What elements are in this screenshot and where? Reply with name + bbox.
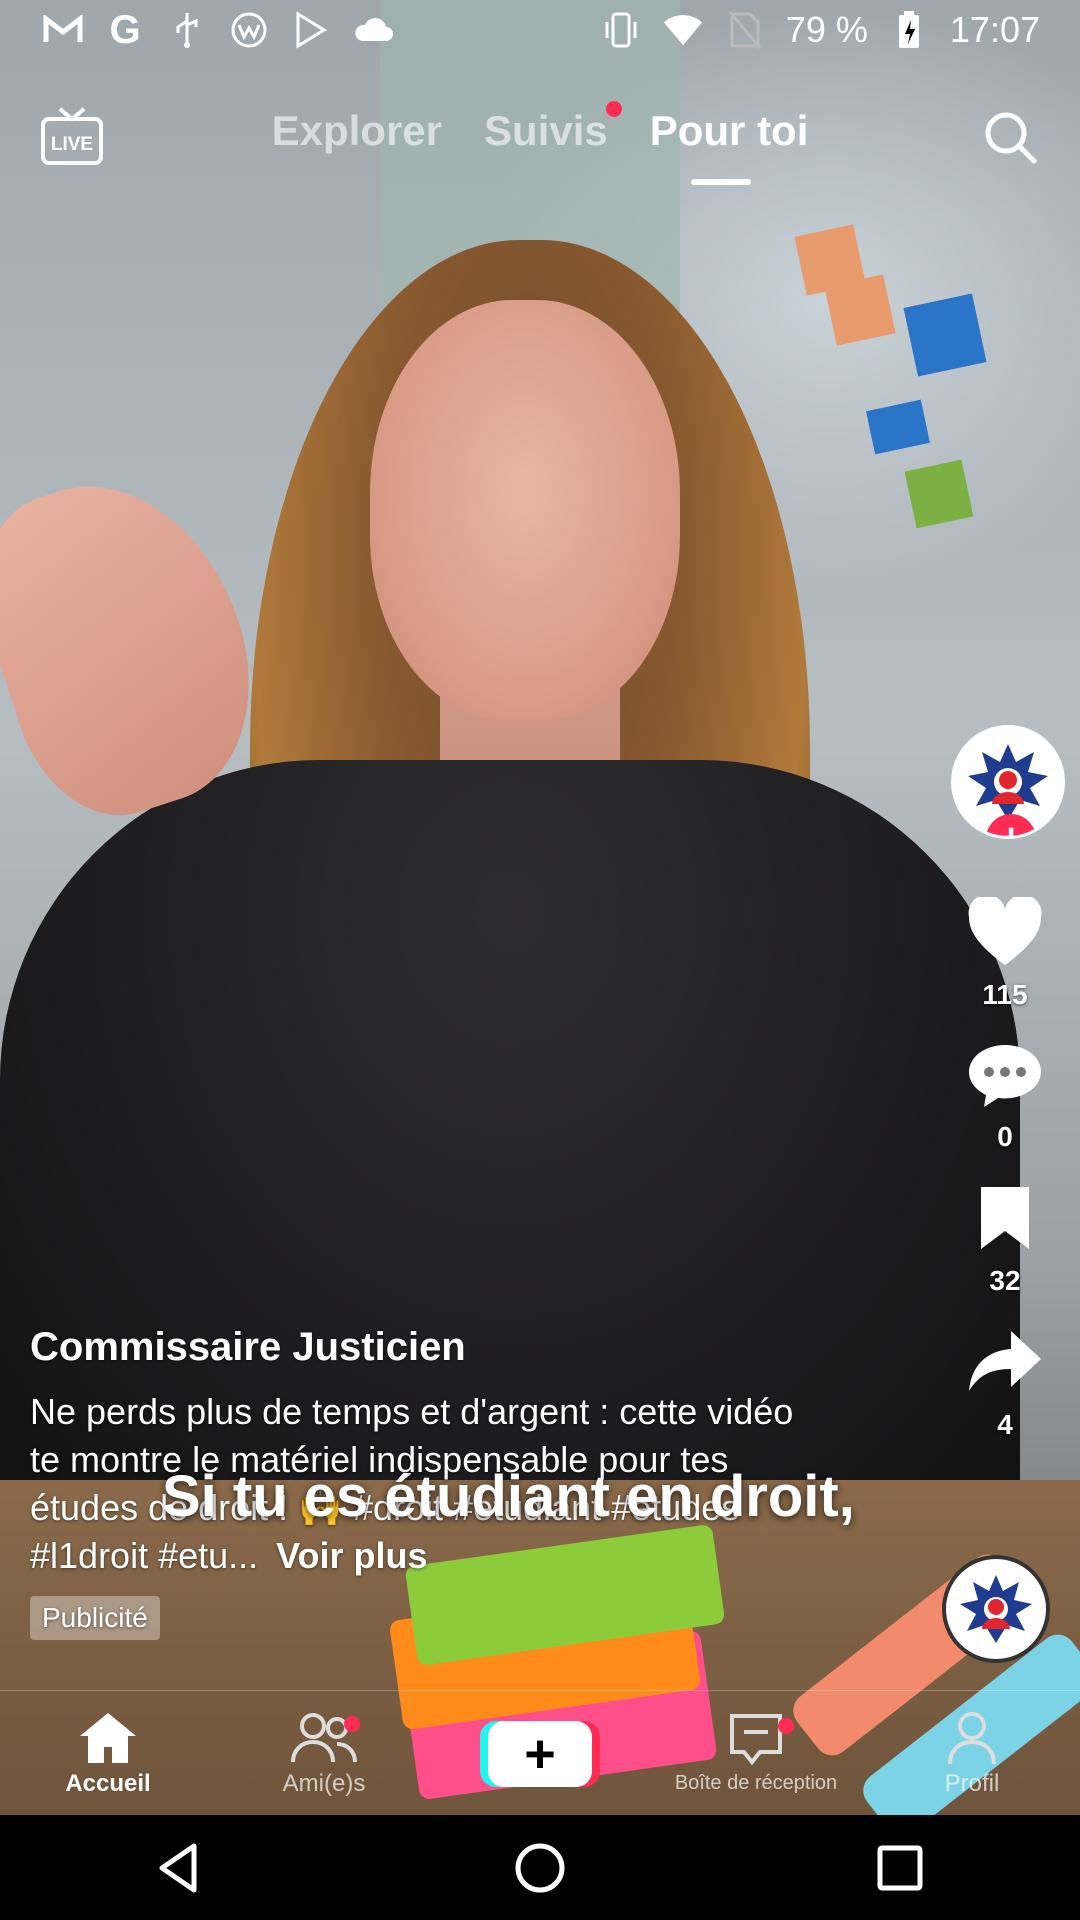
video-person-face	[370, 300, 680, 720]
wifi-app-icon	[228, 9, 270, 51]
nav-create[interactable]: +	[432, 1720, 648, 1787]
action-rail: + 115 0 32 4	[948, 725, 1065, 1441]
comment-action[interactable]: 0	[948, 1041, 1062, 1153]
profile-icon	[948, 1711, 996, 1764]
notification-dot	[344, 1715, 360, 1732]
search-button[interactable]	[980, 107, 1040, 167]
nav-label: Accueil	[65, 1769, 151, 1797]
nav-label: Boîte de réception	[674, 1772, 838, 1794]
inbox-icon	[730, 1714, 782, 1766]
notification-dot	[778, 1718, 794, 1734]
usb-icon	[166, 9, 208, 51]
home-circle-icon[interactable]	[510, 1838, 570, 1898]
tab-label: Pour toi	[649, 107, 809, 154]
video-sticky-note	[824, 274, 896, 346]
author-avatar[interactable]: +	[951, 725, 1065, 839]
play-store-icon	[290, 9, 332, 51]
google-icon: G	[109, 7, 141, 52]
top-feed-bar: LIVE Explorer Suivis Pour toi	[0, 95, 1080, 195]
ad-badge: Publicité	[30, 1596, 160, 1640]
video-sticky-note	[866, 399, 930, 455]
share-action[interactable]: 4	[948, 1327, 1062, 1441]
nav-label: Ami(e)s	[282, 1769, 366, 1797]
like-count: 115	[982, 979, 1028, 1010]
see-more-link[interactable]: Voir plus	[276, 1535, 427, 1576]
tab-label: Suivis	[484, 107, 608, 154]
active-tab-indicator	[691, 179, 751, 185]
no-sim-icon	[724, 9, 766, 51]
comment-icon	[969, 1045, 1041, 1107]
back-icon[interactable]	[150, 1838, 210, 1898]
video-subtitle: Si tu es étudiant en droit,	[162, 1464, 855, 1529]
search-icon	[985, 112, 1037, 164]
notification-dot	[605, 101, 622, 117]
plus-icon: +	[524, 1723, 556, 1784]
video-sticky-note	[904, 459, 974, 529]
system-nav-bar	[0, 1815, 1080, 1920]
like-action[interactable]: 115	[948, 897, 1062, 1011]
tiktok-screen: G 79 % 17:07 LIVE Explorer Suivis Pour t…	[0, 0, 1080, 1920]
tab-suivis[interactable]: Suivis	[484, 101, 622, 155]
author-name[interactable]: Commissaire Justicien	[30, 1325, 930, 1370]
bookmark-action[interactable]: 32	[948, 1183, 1062, 1297]
gmail-icon	[42, 9, 84, 51]
status-left: G	[42, 7, 394, 52]
nav-profile[interactable]: Profil	[864, 1710, 1080, 1798]
share-arrow-icon	[969, 1331, 1041, 1391]
nav-home[interactable]: Accueil	[0, 1710, 216, 1798]
comment-count: 0	[997, 1121, 1013, 1152]
nav-label: Profil	[944, 1769, 1000, 1797]
home-icon	[80, 1712, 136, 1763]
bottom-nav: Accueil Ami(e)s + Boîte de réception Pro…	[0, 1690, 1080, 1816]
tab-explorer[interactable]: Explorer	[272, 107, 442, 155]
create-button[interactable]: +	[488, 1720, 592, 1787]
battery-charging-icon	[888, 9, 930, 51]
bookmark-icon	[981, 1187, 1029, 1249]
sound-disc[interactable]	[942, 1555, 1050, 1663]
nav-friends[interactable]: Ami(e)s	[216, 1710, 432, 1798]
battery-percent: 79 %	[785, 9, 868, 50]
sound-logo-icon	[960, 1575, 1032, 1643]
status-bar: G 79 % 17:07	[0, 0, 1080, 60]
feed-tabs: Explorer Suivis Pour toi	[0, 101, 1080, 155]
vibrate-icon	[600, 9, 642, 51]
cloud-icon	[352, 9, 394, 51]
tab-label: Explorer	[271, 107, 442, 154]
nav-inbox[interactable]: Boîte de réception	[648, 1712, 864, 1795]
recents-icon[interactable]	[870, 1838, 930, 1898]
status-right: 79 % 17:07	[600, 9, 1040, 51]
video-sticky-note	[903, 293, 987, 377]
share-count: 4	[997, 1409, 1013, 1440]
clock: 17:07	[949, 9, 1040, 50]
bookmark-count: 32	[989, 1265, 1021, 1296]
tab-pour-toi[interactable]: Pour toi	[650, 107, 809, 155]
wifi-signal-icon	[662, 9, 704, 51]
heart-icon	[968, 897, 1042, 965]
